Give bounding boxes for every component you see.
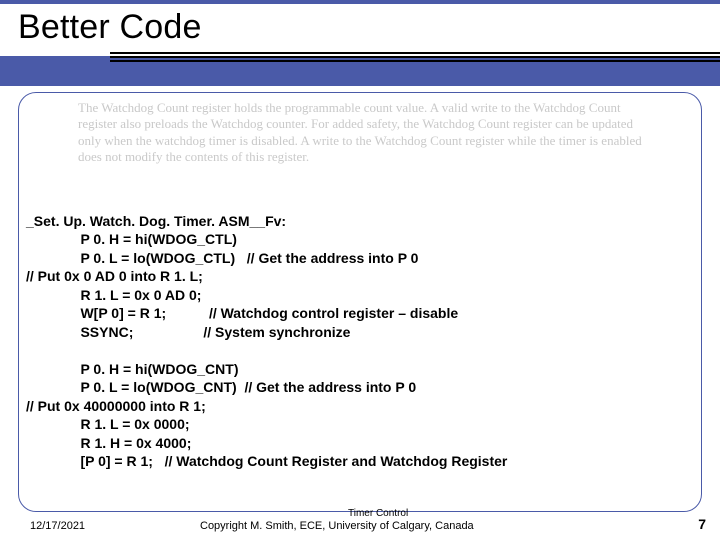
code-line: P 0. H = hi(WDOG_CTL) bbox=[26, 231, 237, 247]
code-line: P 0. L = lo(WDOG_CNT) // Get the address… bbox=[26, 379, 416, 395]
rule-lines bbox=[110, 52, 720, 64]
code-line: R 1. L = 0x 0 AD 0; bbox=[26, 287, 201, 303]
code-line: _Set. Up. Watch. Dog. Timer. ASM__Fv: bbox=[26, 213, 286, 229]
code-line: R 1. L = 0x 0000; bbox=[26, 416, 190, 432]
code-block: _Set. Up. Watch. Dog. Timer. ASM__Fv: P … bbox=[26, 212, 700, 471]
footer-copyright: Copyright M. Smith, ECE, University of C… bbox=[200, 520, 474, 532]
code-line: // Put 0x 40000000 into R 1; bbox=[26, 398, 206, 414]
code-line: // Put 0x 0 AD 0 into R 1. L; bbox=[26, 268, 203, 284]
code-line: P 0. H = hi(WDOG_CNT) bbox=[26, 361, 239, 377]
code-line: P 0. L = lo(WDOG_CTL) // Get the address… bbox=[26, 250, 418, 266]
slide-title: Better Code bbox=[18, 8, 202, 47]
footer-date: 12/17/2021 bbox=[30, 520, 85, 532]
faded-description: The Watchdog Count register holds the pr… bbox=[78, 100, 658, 165]
code-line: [P 0] = R 1; // Watchdog Count Register … bbox=[26, 453, 507, 469]
slide: Better Code The Watchdog Count register … bbox=[0, 0, 720, 540]
code-line: R 1. H = 0x 4000; bbox=[26, 435, 191, 451]
code-line: SSYNC; // System synchronize bbox=[26, 324, 350, 340]
page-number: 7 bbox=[698, 516, 706, 532]
code-line: W[P 0] = R 1; // Watchdog control regist… bbox=[26, 305, 458, 321]
accent-bar-top bbox=[0, 0, 720, 4]
footer-topic: Timer Control bbox=[348, 508, 408, 519]
